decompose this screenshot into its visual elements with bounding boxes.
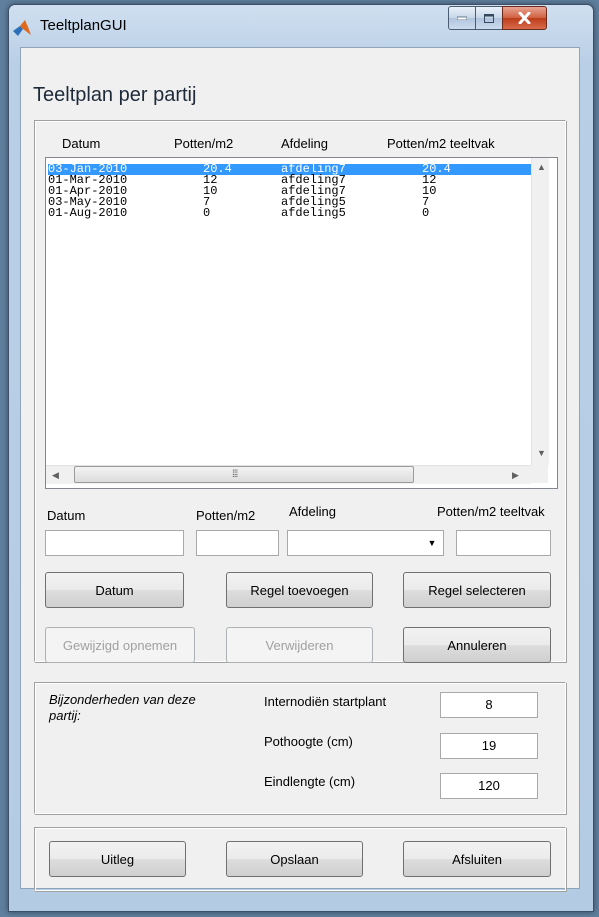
opslaan-button[interactable]: Opslaan <box>226 841 363 877</box>
details-caption: Bijzonderheden van deze partij: <box>49 692 196 723</box>
maximize-button[interactable] <box>475 6 503 30</box>
scroll-left-icon[interactable]: ◀ <box>52 470 59 480</box>
chevron-down-icon[interactable]: ▼ <box>424 532 440 552</box>
scroll-grip-icon: ⁞⁞⁞ <box>232 469 238 480</box>
label-eindlengte: Eindlengte (cm) <box>264 774 356 789</box>
list-item[interactable]: 01-Aug-2010 0 afdeling5 0 <box>48 206 532 220</box>
scroll-up-icon[interactable]: ▲ <box>537 162 546 172</box>
afsluiten-button[interactable]: Afsluiten <box>403 841 551 877</box>
matlab-logo-icon <box>12 18 32 38</box>
scroll-right-icon[interactable]: ▶ <box>512 470 519 480</box>
list-header-potten-teeltvak: Potten/m2 teeltvak <box>387 136 495 151</box>
potten-teeltvak-input[interactable] <box>456 530 551 556</box>
list-cell: 0 <box>422 206 430 220</box>
list-cell: 01-Aug-2010 <box>48 206 128 220</box>
regel-selecteren-button[interactable]: Regel selecteren <box>403 572 551 608</box>
list-header-afdeling: Afdeling <box>281 136 328 151</box>
maximize-icon <box>484 13 494 23</box>
regel-toevoegen-button[interactable]: Regel toevoegen <box>226 572 373 608</box>
list-cell: afdeling5 <box>281 206 346 220</box>
label-potten: Potten/m2 <box>196 508 256 523</box>
label-potten-teeltvak: Potten/m2 teeltvak <box>437 504 545 519</box>
horizontal-scroll-thumb[interactable] <box>74 466 414 483</box>
close-icon <box>518 12 531 24</box>
datum-button[interactable]: Datum <box>45 572 184 608</box>
internodien-input[interactable]: 8 <box>440 692 538 718</box>
close-button[interactable] <box>502 6 547 30</box>
minimize-icon <box>457 16 467 20</box>
scroll-down-icon[interactable]: ▼ <box>537 448 546 458</box>
vertical-scrollbar[interactable]: ▲ ▼ <box>531 158 549 465</box>
minimize-button[interactable] <box>448 6 476 30</box>
eindlengte-input[interactable]: 120 <box>440 773 538 799</box>
window-title: TeeltplanGUI <box>40 17 127 34</box>
afdeling-select[interactable]: ▼ <box>287 530 444 556</box>
page-title: Teeltplan per partij <box>33 84 197 106</box>
gewijzigd-opnemen-button[interactable]: Gewijzigd opnemen <box>45 627 195 663</box>
list-cell: 0 <box>203 206 211 220</box>
pothoogte-input[interactable]: 19 <box>440 733 538 759</box>
label-afdeling: Afdeling <box>289 504 336 519</box>
uitleg-button[interactable]: Uitleg <box>49 841 186 877</box>
label-internodien: Internodiën startplant <box>264 694 387 709</box>
datum-input[interactable] <box>45 530 184 556</box>
annuleren-button[interactable]: Annuleren <box>403 627 551 663</box>
verwijderen-button[interactable]: Verwijderen <box>226 627 373 663</box>
list-header-potten: Potten/m2 <box>174 136 234 151</box>
potten-input[interactable] <box>196 530 279 556</box>
scrollbar-corner <box>531 465 548 483</box>
label-datum: Datum <box>47 508 86 523</box>
label-pothoogte: Pothoogte (cm) <box>264 734 353 749</box>
list-header-datum: Datum <box>62 136 101 151</box>
